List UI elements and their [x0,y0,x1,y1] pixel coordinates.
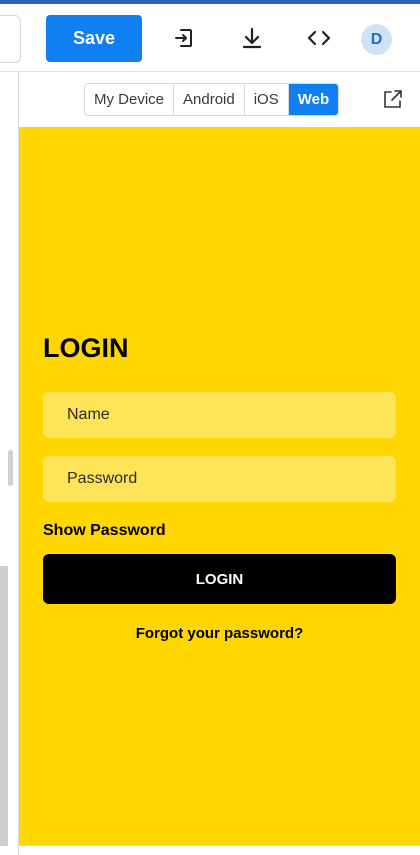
code-icon[interactable] [305,24,333,52]
tab-ios[interactable]: iOS [244,84,289,115]
forgot-password-link[interactable]: Forgot your password? [19,625,420,642]
show-password-toggle[interactable]: Show Password [43,522,166,540]
app-preview: LOGIN Name Password Show Password LOGIN … [19,127,420,845]
tab-my-device[interactable]: My Device [85,84,175,115]
resize-handle[interactable] [8,450,13,486]
left-scrollbar[interactable] [0,566,8,846]
download-icon[interactable] [238,24,266,52]
login-button[interactable]: LOGIN [43,554,396,604]
password-input[interactable]: Password [43,456,396,502]
save-button[interactable]: Save [46,15,142,62]
left-panel [0,72,19,855]
page-title: LOGIN [43,333,129,363]
device-tabs: My Device Android iOS Web [84,83,340,116]
name-input[interactable]: Name [43,392,396,438]
avatar[interactable]: D [361,24,392,55]
device-tabs-row: My Device Android iOS Web [19,72,420,127]
project-name-input[interactable] [0,15,21,63]
import-icon[interactable] [170,24,198,52]
toolbar: Save D [0,4,420,72]
open-external-icon[interactable] [382,88,404,110]
tab-web[interactable]: Web [288,84,339,115]
bottom-bar [19,845,420,855]
tab-android[interactable]: Android [174,84,245,115]
